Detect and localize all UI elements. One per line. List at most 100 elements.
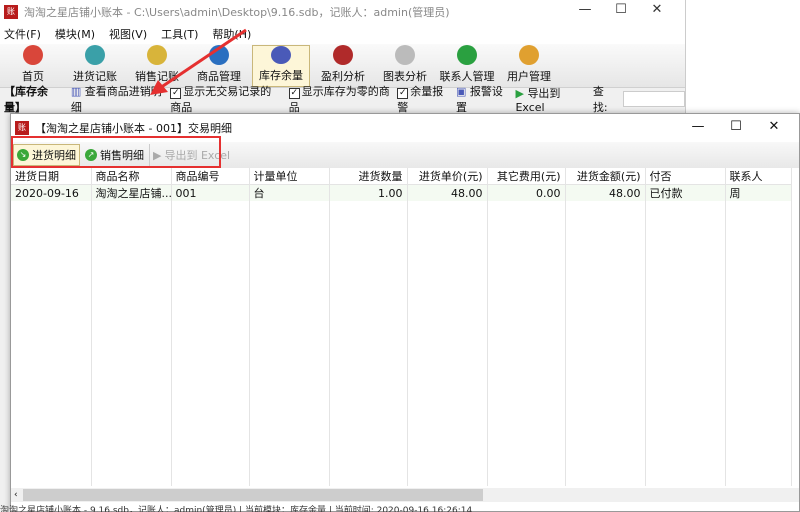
find-label: 查找: [592,85,608,114]
close-button[interactable]: ✕ [755,119,793,134]
module-icon [519,45,539,65]
transaction-detail-window: 账 【淘淘之星店铺小账本 - 001】交易明细 — ☐ ✕ ↘ 进货明细 ↗ 销售明细 … [10,113,800,512]
toolbar-button-2[interactable]: 销售记账 [128,45,186,87]
module-label: 【库存余量】 [4,85,48,114]
table-cell: 2020-09-16 [11,184,92,201]
empty-row [11,456,792,471]
module-icon [457,45,477,65]
module-icon [333,45,353,65]
toolbar-label: 商品管理 [197,70,241,83]
menu-view[interactable]: 视图(V) [109,26,147,42]
toolbar-button-7[interactable]: 联系人管理 [438,45,496,87]
column-header[interactable]: 付否 [645,168,726,185]
column-header[interactable]: 联系人 [725,168,792,185]
minimize-button[interactable]: — [679,119,717,134]
empty-row [11,471,792,486]
menu-help[interactable]: 帮助(H) [212,26,251,42]
window-title: 淘淘之星店铺小账本 - C:\Users\admin\Desktop\9.16.… [24,6,450,19]
child-window-title: 【淘淘之星店铺小账本 - 001】交易明细 [35,122,232,135]
toolbar-label: 进货记账 [73,70,117,83]
maximize-button[interactable]: ☐ [717,119,755,134]
empty-row [11,441,792,456]
column-header[interactable]: 进货单价(元) [407,168,488,185]
view-detail-button[interactable]: ▥ 查看商品进销明细 [71,83,163,115]
menu-file[interactable]: 文件(F) [4,26,41,42]
empty-row [11,246,792,261]
app-icon: 账 [4,5,18,19]
column-header[interactable]: 商品名称 [91,168,172,185]
table-cell: 1.00 [329,184,408,201]
toolbar-label: 联系人管理 [439,70,495,83]
table-cell: 48.00 [407,184,488,201]
column-header[interactable]: 计量单位 [249,168,330,185]
annotation-highlight-box [11,136,221,168]
toolbar-button-0[interactable]: 首页 [4,45,62,87]
minimize-button[interactable]: — [567,2,603,17]
toolbar-label: 首页 [22,70,44,83]
module-toolbar: 首页 进货记账 销售记账 商品管理 库存余量 盈利分析 图表分析 联系人管理 用户管理 [0,44,685,88]
show-zero-stock-checkbox[interactable]: ✓ 显示库存为零的商品 [288,83,391,115]
empty-row [11,396,792,411]
table-cell: 台 [249,184,330,201]
toolbar-label: 用户管理 [507,70,551,83]
empty-row [11,276,792,291]
empty-row [11,306,792,321]
stock-alarm-checkbox[interactable]: ✓ 余量报警 [397,83,449,115]
empty-row [11,426,792,441]
column-header[interactable]: 商品编号 [171,168,250,185]
empty-row [11,261,792,276]
column-header[interactable]: 其它费用(元) [487,168,566,185]
table-cell: 001 [171,184,250,201]
column-header[interactable]: 进货日期 [11,168,92,185]
maximize-button[interactable]: ☐ [603,2,639,17]
empty-row [11,216,792,231]
column-header[interactable]: 进货金额(元) [565,168,646,185]
empty-row [11,291,792,306]
module-icon [23,45,43,65]
empty-row [11,411,792,426]
empty-row [11,381,792,396]
table-row[interactable]: 2020-09-16 淘淘之星店铺... 001 台 1.00 48.00 0.00 48.0… [11,184,792,201]
toolbar-label: 库存余量 [259,69,303,82]
show-no-transaction-checkbox[interactable]: ✓ 显示无交易记录的商品 [170,83,282,115]
toolbar-button-1[interactable]: 进货记账 [66,45,124,87]
title-bar: 账 淘淘之星店铺小账本 - C:\Users\admin\Desktop\9.1… [0,0,685,24]
menu-module[interactable]: 模块(M) [55,26,95,42]
empty-row [11,321,792,336]
toolbar-label: 销售记账 [135,70,179,83]
module-icon [209,45,229,65]
toolbar-button-6[interactable]: 图表分析 [376,45,434,87]
table-cell: 48.00 [565,184,646,201]
table-cell: 已付款 [645,184,726,201]
toolbar-button-5[interactable]: 盈利分析 [314,45,372,87]
scrollbar-thumb[interactable] [23,489,483,501]
module-icon [271,46,291,64]
empty-row [11,351,792,366]
empty-row [11,336,792,351]
scroll-left-icon[interactable]: ‹ [11,490,18,500]
horizontal-scrollbar[interactable]: ‹ [11,488,799,502]
find-input[interactable] [623,91,685,107]
export-excel-button[interactable]: ▶ 导出到 Excel [515,85,585,114]
module-icon [395,45,415,65]
table-cell: 0.00 [487,184,566,201]
settings-icon: ▣ [455,85,467,98]
app-icon: 账 [15,121,29,135]
empty-row [11,366,792,381]
column-header[interactable]: 进货数量 [329,168,408,185]
toolbar-button-3[interactable]: 商品管理 [190,45,248,87]
close-button[interactable]: ✕ [639,2,675,17]
toolbar-button-8[interactable]: 用户管理 [500,45,558,87]
alarm-settings-button[interactable]: ▣ 报警设置 [456,83,509,115]
inventory-subtoolbar: 【库存余量】 ▥ 查看商品进销明细 ✓ 显示无交易记录的商品 ✓ 显示库存为零的商品… [0,85,685,114]
empty-row [11,231,792,246]
table-cell: 周 [725,184,792,201]
menu-tools[interactable]: 工具(T) [161,26,198,42]
module-icon [147,45,167,65]
purchase-detail-table: 进货日期 商品名称 商品编号 计量单位 进货数量 进货单价(元) 其它费用(元) 进货金额(元… [11,168,792,486]
columns-icon: ▥ [70,85,82,98]
status-bar: 淘淘之星店铺小账本 - 9.16.sdb，记账人：admin(管理员) | 当前… [0,506,473,512]
toolbar-button-4[interactable]: 库存余量 [252,45,310,87]
play-icon: ▶ [515,86,524,100]
toolbar-label: 图表分析 [383,70,427,83]
